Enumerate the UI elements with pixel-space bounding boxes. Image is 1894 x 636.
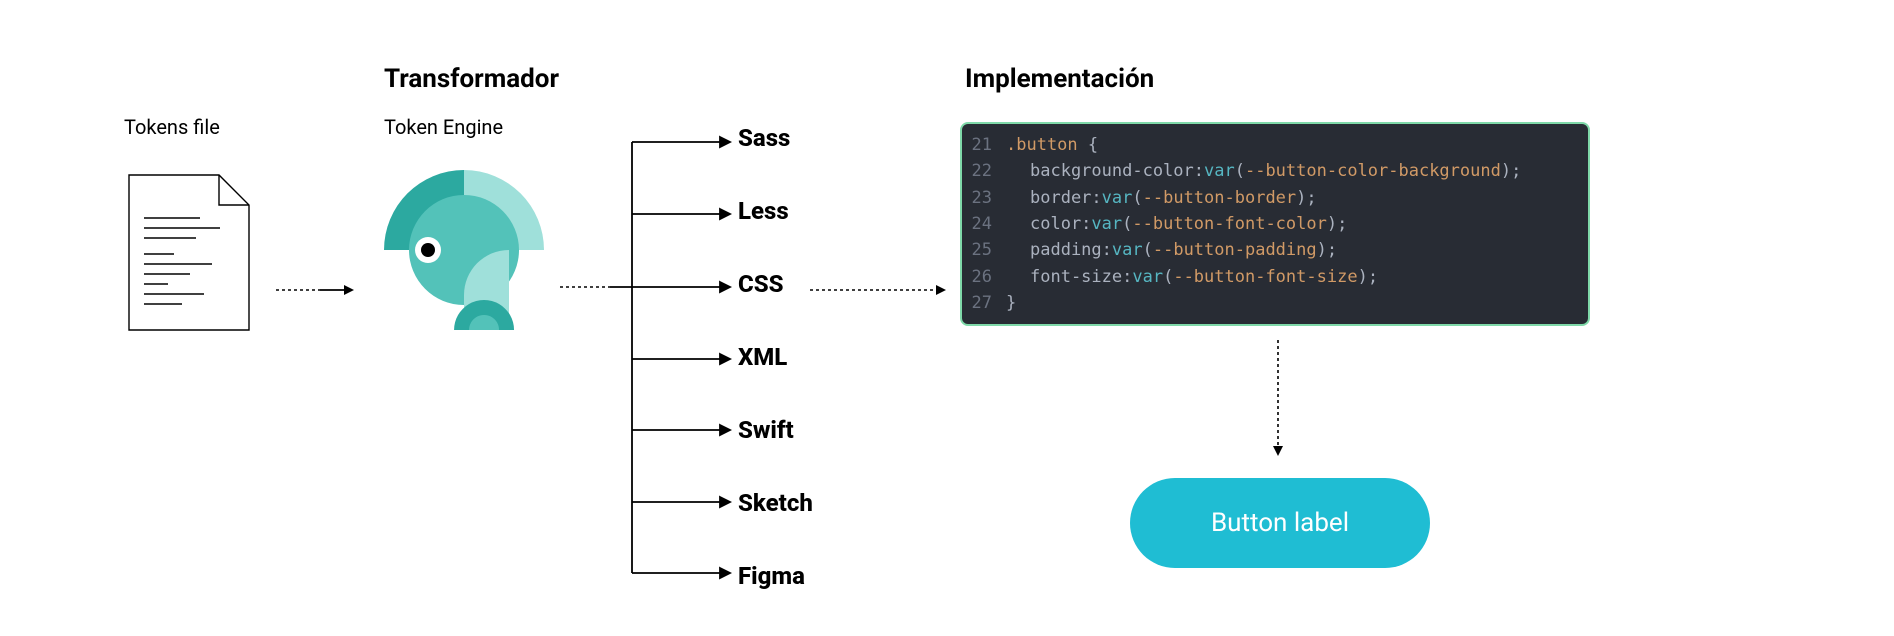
code-line: 23border:var(--button-border); bbox=[962, 185, 1588, 211]
implementation-title: Implementación bbox=[965, 64, 1154, 94]
code-line: 25padding:var(--button-padding); bbox=[962, 237, 1588, 263]
line-number: 25 bbox=[962, 237, 1006, 263]
line-number: 26 bbox=[962, 264, 1006, 290]
format-xml: XML bbox=[738, 343, 813, 371]
format-css: CSS bbox=[738, 270, 813, 298]
output-formats-list: Sass Less CSS XML Swift Sketch Figma bbox=[738, 124, 813, 590]
code-line: 22background-color:var(--button-color-ba… bbox=[962, 158, 1588, 184]
arrow-file-to-transformer-icon bbox=[276, 280, 356, 300]
format-figma: Figma bbox=[738, 562, 813, 590]
format-swift: Swift bbox=[738, 416, 813, 444]
code-line: 27} bbox=[962, 290, 1588, 316]
code-text: border:var(--button-border); bbox=[1006, 185, 1317, 211]
button-preview-label: Button label bbox=[1211, 508, 1349, 538]
format-sketch: Sketch bbox=[738, 489, 813, 517]
code-block: 21.button {22background-color:var(--butt… bbox=[960, 122, 1590, 326]
format-sass: Sass bbox=[738, 124, 813, 152]
fanout-arrows-icon bbox=[560, 124, 750, 594]
tokens-file-icon bbox=[124, 170, 254, 335]
line-number: 24 bbox=[962, 211, 1006, 237]
line-number: 22 bbox=[962, 158, 1006, 184]
transformer-title: Transformador bbox=[384, 64, 559, 94]
line-number: 23 bbox=[962, 185, 1006, 211]
arrow-css-to-code-icon bbox=[810, 280, 950, 300]
arrow-code-to-button-icon bbox=[1268, 340, 1288, 460]
code-text: .button { bbox=[1006, 132, 1098, 158]
code-text: color:var(--button-font-color); bbox=[1006, 211, 1347, 237]
code-text: font-size:var(--button-font-size); bbox=[1006, 264, 1378, 290]
tokens-pipeline-diagram: Tokens file Transformador bbox=[40, 40, 1854, 596]
code-text: background-color:var(--button-color-back… bbox=[1006, 158, 1521, 184]
code-text: } bbox=[1006, 290, 1016, 316]
line-number: 21 bbox=[962, 132, 1006, 158]
chameleon-logo-icon bbox=[384, 170, 544, 330]
format-less: Less bbox=[738, 197, 813, 225]
code-text: padding:var(--button-padding); bbox=[1006, 237, 1337, 263]
button-preview[interactable]: Button label bbox=[1130, 478, 1430, 568]
code-line: 26font-size:var(--button-font-size); bbox=[962, 264, 1588, 290]
code-line: 24color:var(--button-font-color); bbox=[962, 211, 1588, 237]
code-line: 21.button { bbox=[962, 132, 1588, 158]
line-number: 27 bbox=[962, 290, 1006, 316]
tokens-file-label: Tokens file bbox=[124, 115, 220, 139]
transformer-subtitle: Token Engine bbox=[384, 115, 503, 139]
